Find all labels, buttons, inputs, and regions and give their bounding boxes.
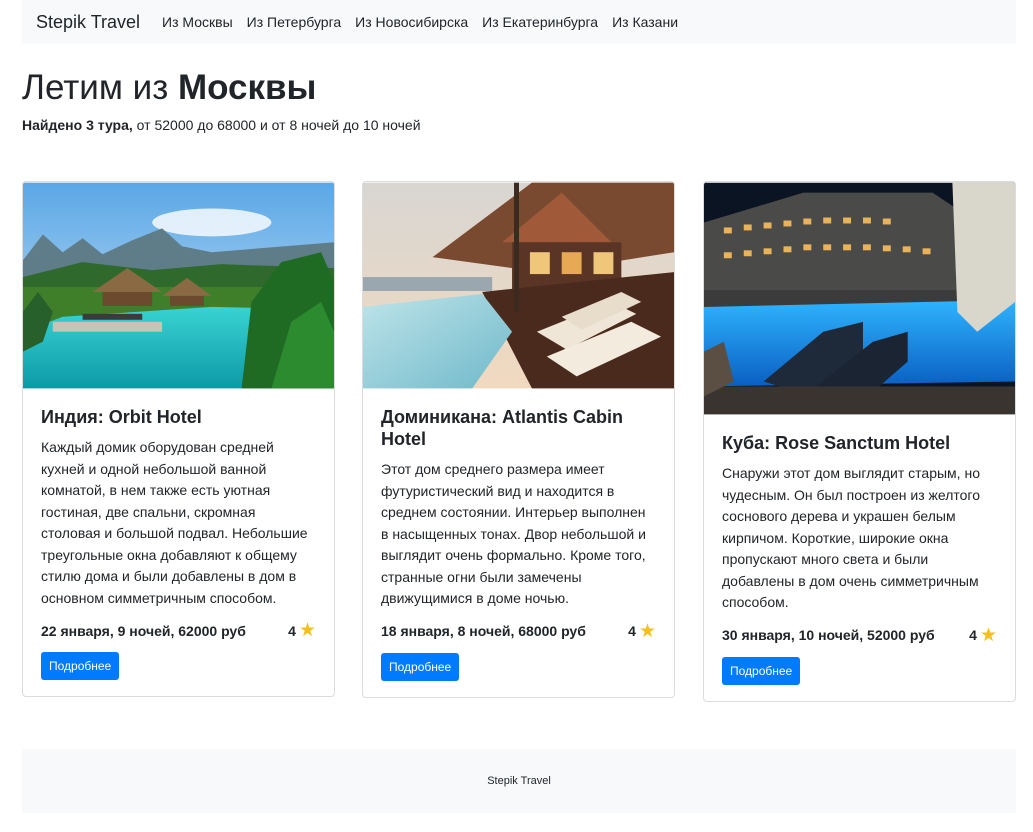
star-icon: ★ bbox=[298, 620, 316, 641]
star-icon: ★ bbox=[979, 624, 997, 646]
brand-link[interactable]: Stepik Travel bbox=[36, 12, 140, 33]
tour-card-india: Индия: Orbit Hotel Каждый домик оборудов… bbox=[22, 181, 335, 697]
tour-card-body: Куба: Rose Sanctum Hotel Снаружи этот до… bbox=[704, 415, 1015, 701]
tour-title: Доминикана: Atlantis Cabin Hotel bbox=[381, 407, 624, 449]
tour-meta: 18 января, 8 ночей, 68000 руб 4 ★ bbox=[381, 622, 656, 641]
nav-link-ekaterinburg[interactable]: Из Екатеринбурга bbox=[482, 14, 598, 30]
nav-link-kazan[interactable]: Из Казани bbox=[612, 14, 678, 30]
tour-title: Куба: Rose Sanctum Hotel bbox=[722, 433, 951, 453]
tour-meta: 30 января, 10 ночей, 52000 руб 4 ★ bbox=[722, 626, 997, 645]
tour-card-dominicana: Доминикана: Atlantis Cabin Hotel Этот до… bbox=[362, 181, 675, 698]
tour-image-india bbox=[23, 182, 334, 389]
details-button[interactable]: Подробнее bbox=[381, 652, 460, 681]
navbar: Stepik Travel Из Москвы Из Петербурга Из… bbox=[22, 0, 1016, 44]
tour-details: 30 января, 10 ночей, 52000 руб bbox=[722, 627, 935, 643]
summary-range: от 52000 до 68000 и от 8 ночей до 10 ноч… bbox=[132, 117, 421, 133]
tour-rating: 4 ★ bbox=[628, 622, 656, 641]
tour-image-cuba bbox=[704, 182, 1015, 415]
star-icon: ★ bbox=[638, 620, 656, 642]
search-summary: Найдено 3 тура, от 52000 до 68000 и от 8… bbox=[22, 117, 421, 133]
tour-image-dominicana bbox=[363, 182, 674, 389]
nav-link-novosibirsk[interactable]: Из Новосибирска bbox=[355, 14, 468, 30]
tour-meta: 22 января, 9 ночей, 62000 руб 4 ★ bbox=[41, 621, 316, 640]
tour-stars: 4 bbox=[288, 622, 296, 639]
tour-card-cuba: Куба: Rose Sanctum Hotel Снаружи этот до… bbox=[703, 181, 1016, 702]
tour-rating: 4 ★ bbox=[969, 626, 997, 645]
tour-description: Каждый домик оборудован средней кухней и… bbox=[41, 439, 308, 606]
tour-stars: 4 bbox=[969, 627, 977, 643]
tour-details: 22 января, 9 ночей, 62000 руб bbox=[41, 622, 246, 639]
page-title: Летим из Москвы bbox=[22, 66, 316, 110]
details-button[interactable]: Подробнее bbox=[41, 652, 120, 680]
footer-text: Stepik Travel bbox=[487, 775, 551, 787]
summary-count: Найдено 3 тура, bbox=[22, 117, 133, 133]
tour-description: Этот дом среднего размера имеет футурист… bbox=[381, 461, 646, 606]
tour-card-body: Доминикана: Atlantis Cabin Hotel Этот до… bbox=[363, 389, 674, 697]
tour-title: Индия: Orbit Hotel bbox=[41, 407, 202, 427]
footer: Stepik Travel bbox=[22, 749, 1016, 813]
title-prefix: Летим из bbox=[22, 68, 169, 107]
tour-card-body: Индия: Orbit Hotel Каждый домик оборудов… bbox=[23, 389, 334, 696]
tour-description: Снаружи этот дом выглядит старым, но чуд… bbox=[722, 465, 981, 610]
tour-details: 18 января, 8 ночей, 68000 руб bbox=[381, 623, 586, 639]
tour-stars: 4 bbox=[628, 623, 636, 639]
title-city: Москвы bbox=[177, 68, 317, 107]
nav-link-moscow[interactable]: Из Москвы bbox=[162, 14, 233, 30]
details-button[interactable]: Подробнее bbox=[722, 656, 801, 685]
nav-link-petersburg[interactable]: Из Петербурга bbox=[247, 14, 342, 30]
tour-rating: 4 ★ bbox=[288, 621, 316, 640]
